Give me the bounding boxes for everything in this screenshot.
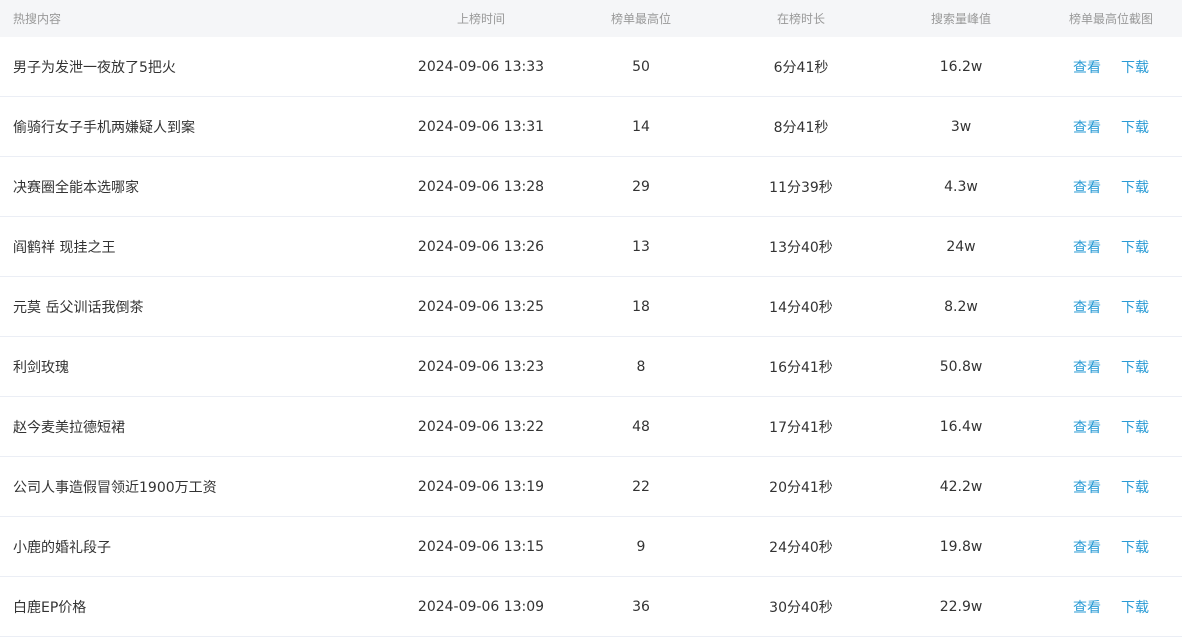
table-row: 赵今麦美拉德短裙 2024-09-06 13:22 48 17分41秒 16.4…	[0, 397, 1182, 457]
row-time: 2024-09-06 13:31	[417, 118, 545, 135]
row-rank: 14	[632, 118, 650, 135]
row-title: 元莫 岳父训话我倒茶	[13, 299, 144, 316]
download-link[interactable]: 下载	[1121, 120, 1149, 136]
row-title: 偷骑行女子手机两嫌疑人到案	[13, 119, 195, 136]
row-duration: 13分40秒	[769, 239, 833, 256]
row-rank: 48	[632, 418, 650, 435]
table-row: 偷骑行女子手机两嫌疑人到案 2024-09-06 13:31 14 8分41秒 …	[0, 97, 1182, 157]
row-time: 2024-09-06 13:09	[417, 598, 545, 615]
table-row: 小鹿的婚礼段子 2024-09-06 13:15 9 24分40秒 19.8w …	[0, 517, 1182, 577]
row-time: 2024-09-06 13:26	[417, 238, 545, 255]
row-duration: 30分40秒	[769, 599, 833, 616]
table-row: 利剑玫瑰 2024-09-06 13:23 8 16分41秒 50.8w 查看 下…	[0, 337, 1182, 397]
table-row: 男子为发泄一夜放了5把火 2024-09-06 13:33 50 6分41秒 1…	[0, 37, 1182, 97]
row-time: 2024-09-06 13:19	[417, 478, 545, 495]
row-actions: 查看 下载	[1040, 177, 1182, 197]
table-row: 公司人事造假冒领近1900万工资 2024-09-06 13:19 22 20分…	[0, 457, 1182, 517]
row-title: 小鹿的婚礼段子	[13, 539, 111, 556]
header-time: 上榜时间	[456, 12, 505, 26]
row-title: 利剑玫瑰	[13, 359, 69, 376]
row-title: 阎鹤祥 现挂之王	[13, 239, 116, 256]
row-rank: 9	[636, 538, 646, 555]
row-peak: 22.9w	[939, 598, 983, 615]
view-link[interactable]: 查看	[1073, 60, 1101, 76]
row-peak: 16.4w	[939, 418, 983, 435]
row-duration: 14分40秒	[769, 299, 833, 316]
view-link[interactable]: 查看	[1073, 600, 1101, 616]
row-actions: 查看 下载	[1040, 57, 1182, 77]
table-row: 决赛圈全能本选哪家 2024-09-06 13:28 29 11分39秒 4.3…	[0, 157, 1182, 217]
row-rank: 36	[632, 598, 650, 615]
view-link[interactable]: 查看	[1073, 300, 1101, 316]
hot-search-table: 热搜内容 上榜时间 榜单最高位 在榜时长 搜索量峰值 榜单最高位截图 男子为发泄…	[0, 0, 1182, 640]
download-link[interactable]: 下载	[1121, 300, 1149, 316]
row-peak: 50.8w	[939, 358, 983, 375]
table-row: 白鹿EP价格 2024-09-06 13:09 36 30分40秒 22.9w …	[0, 577, 1182, 637]
download-link[interactable]: 下载	[1121, 480, 1149, 496]
header-title: 热搜内容	[13, 12, 62, 26]
row-title: 决赛圈全能本选哪家	[13, 179, 139, 196]
table-row: 元莫 岳父训话我倒茶 2024-09-06 13:25 18 14分40秒 8.…	[0, 277, 1182, 337]
download-link[interactable]: 下载	[1121, 600, 1149, 616]
row-duration: 24分40秒	[769, 539, 833, 556]
row-rank: 18	[632, 298, 650, 315]
row-title: 公司人事造假冒领近1900万工资	[13, 479, 217, 496]
row-peak: 8.2w	[944, 298, 978, 315]
row-time: 2024-09-06 13:15	[417, 538, 545, 555]
download-link[interactable]: 下载	[1121, 540, 1149, 556]
header-screenshot: 榜单最高位截图	[1068, 12, 1153, 26]
row-time: 2024-09-06 13:25	[417, 298, 545, 315]
row-duration: 11分39秒	[769, 179, 833, 196]
download-link[interactable]: 下载	[1121, 240, 1149, 256]
view-link[interactable]: 查看	[1073, 240, 1101, 256]
row-title: 男子为发泄一夜放了5把火	[13, 59, 176, 76]
download-link[interactable]: 下载	[1121, 180, 1149, 196]
row-rank: 29	[632, 178, 650, 195]
row-duration: 8分41秒	[773, 119, 829, 136]
row-actions: 查看 下载	[1040, 237, 1182, 257]
header-peak: 搜索量峰值	[930, 12, 991, 26]
row-actions: 查看 下载	[1040, 357, 1182, 377]
table-row: 阎鹤祥 现挂之王 2024-09-06 13:26 13 13分40秒 24w …	[0, 217, 1182, 277]
row-rank: 13	[632, 238, 650, 255]
row-actions: 查看 下载	[1040, 477, 1182, 497]
row-actions: 查看 下载	[1040, 597, 1182, 617]
row-actions: 查看 下载	[1040, 297, 1182, 317]
view-link[interactable]: 查看	[1073, 540, 1101, 556]
table-header: 热搜内容 上榜时间 榜单最高位 在榜时长 搜索量峰值 榜单最高位截图	[0, 0, 1182, 37]
download-link[interactable]: 下载	[1121, 420, 1149, 436]
row-title: 白鹿EP价格	[13, 599, 87, 616]
row-rank: 50	[632, 58, 650, 75]
row-peak: 19.8w	[939, 538, 983, 555]
row-actions: 查看 下载	[1040, 417, 1182, 437]
view-link[interactable]: 查看	[1073, 360, 1101, 376]
row-rank: 22	[632, 478, 650, 495]
row-title: 赵今麦美拉德短裙	[13, 419, 125, 436]
header-duration: 在榜时长	[776, 12, 825, 26]
row-time: 2024-09-06 13:22	[417, 418, 545, 435]
row-time: 2024-09-06 13:33	[417, 58, 545, 75]
row-peak: 16.2w	[939, 58, 983, 75]
row-time: 2024-09-06 13:28	[417, 178, 545, 195]
view-link[interactable]: 查看	[1073, 120, 1101, 136]
row-peak: 42.2w	[939, 478, 983, 495]
row-peak: 3w	[950, 118, 972, 135]
row-duration: 6分41秒	[773, 59, 829, 76]
row-actions: 查看 下载	[1040, 117, 1182, 137]
view-link[interactable]: 查看	[1073, 480, 1101, 496]
download-link[interactable]: 下载	[1121, 360, 1149, 376]
view-link[interactable]: 查看	[1073, 420, 1101, 436]
view-link[interactable]: 查看	[1073, 180, 1101, 196]
header-rank: 榜单最高位	[610, 12, 671, 26]
row-peak: 4.3w	[944, 178, 978, 195]
row-duration: 20分41秒	[769, 479, 833, 496]
download-link[interactable]: 下载	[1121, 60, 1149, 76]
row-actions: 查看 下载	[1040, 537, 1182, 557]
row-time: 2024-09-06 13:23	[417, 358, 545, 375]
row-rank: 8	[636, 358, 646, 375]
row-duration: 17分41秒	[769, 419, 833, 436]
row-duration: 16分41秒	[769, 359, 833, 376]
row-peak: 24w	[946, 238, 976, 255]
